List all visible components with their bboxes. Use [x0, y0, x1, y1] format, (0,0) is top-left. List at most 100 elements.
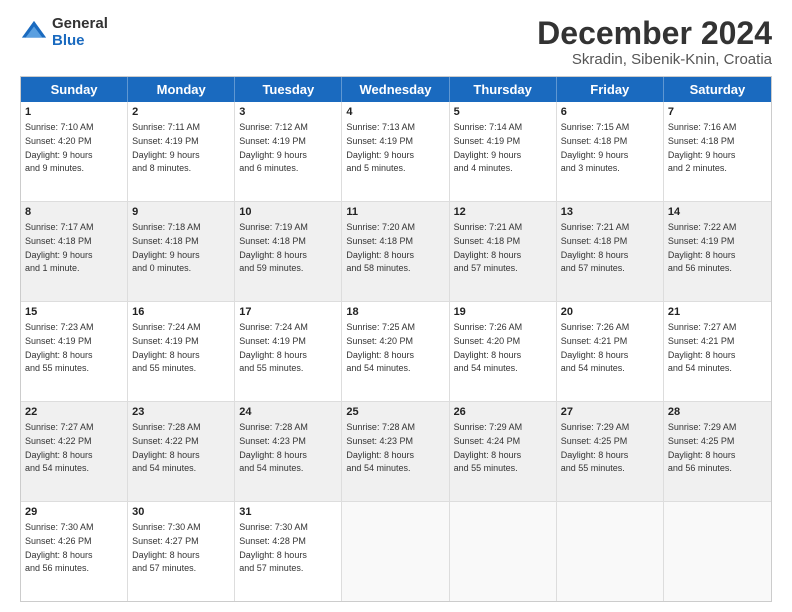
cell-details: Sunrise: 7:24 AM Sunset: 4:19 PM Dayligh…: [239, 322, 308, 373]
cell-details: Sunrise: 7:28 AM Sunset: 4:23 PM Dayligh…: [239, 422, 308, 473]
calendar-cell: 4 Sunrise: 7:13 AM Sunset: 4:19 PM Daylig…: [342, 102, 449, 201]
cell-details: Sunrise: 7:25 AM Sunset: 4:20 PM Dayligh…: [346, 322, 415, 373]
cell-details: Sunrise: 7:26 AM Sunset: 4:20 PM Dayligh…: [454, 322, 523, 373]
calendar-cell: 3Sunrise: 7:12 AM Sunset: 4:19 PM Daylig…: [235, 102, 342, 201]
cell-details: Sunrise: 7:21 AM Sunset: 4:18 PM Dayligh…: [454, 222, 523, 273]
day-number: 16: [132, 305, 230, 320]
cell-details: Sunrise: 7:21 AM Sunset: 4:18 PM Dayligh…: [561, 222, 630, 273]
cell-details: Sunrise: 7:22 AM Sunset: 4:19 PM Dayligh…: [668, 222, 737, 273]
calendar-cell: 28 Sunrise: 7:29 AM Sunset: 4:25 PM Dayli…: [664, 402, 771, 501]
day-number: 21: [668, 305, 767, 320]
subtitle: Skradin, Sibenik-Knin, Croatia: [537, 51, 772, 68]
calendar-cell: 19Sunrise: 7:26 AM Sunset: 4:20 PM Dayli…: [450, 302, 557, 401]
calendar-cell: 2 Sunrise: 7:11 AM Sunset: 4:19 PM Daylig…: [128, 102, 235, 201]
day-number: 8: [25, 205, 123, 220]
cell-details: Sunrise: 7:20 AM Sunset: 4:18 PM Dayligh…: [346, 222, 415, 273]
calendar-cell: 13 Sunrise: 7:21 AM Sunset: 4:18 PM Dayli…: [557, 202, 664, 301]
cell-details: Sunrise: 7:30 AM Sunset: 4:28 PM Dayligh…: [239, 522, 308, 573]
calendar-cell: [450, 502, 557, 601]
cell-details: Sunrise: 7:27 AM Sunset: 4:22 PM Dayligh…: [25, 422, 94, 473]
calendar-cell: 10Sunrise: 7:19 AM Sunset: 4:18 PM Dayli…: [235, 202, 342, 301]
cell-details: Sunrise: 7:29 AM Sunset: 4:25 PM Dayligh…: [561, 422, 630, 473]
calendar-week-row: 22 Sunrise: 7:27 AM Sunset: 4:22 PM Dayli…: [21, 401, 771, 501]
day-number: 17: [239, 305, 337, 320]
day-number: 30: [132, 505, 230, 520]
calendar-cell: [342, 502, 449, 601]
day-number: 12: [454, 205, 552, 220]
calendar-cell: 25 Sunrise: 7:28 AM Sunset: 4:23 PM Dayli…: [342, 402, 449, 501]
calendar-week-row: 15Sunrise: 7:23 AM Sunset: 4:19 PM Dayli…: [21, 301, 771, 401]
cell-details: Sunrise: 7:30 AM Sunset: 4:26 PM Dayligh…: [25, 522, 94, 573]
day-number: 10: [239, 205, 337, 220]
cell-details: Sunrise: 7:30 AM Sunset: 4:27 PM Dayligh…: [132, 522, 201, 573]
cell-details: Sunrise: 7:29 AM Sunset: 4:24 PM Dayligh…: [454, 422, 523, 473]
day-number: 4: [346, 105, 444, 120]
cell-details: Sunrise: 7:27 AM Sunset: 4:21 PM Dayligh…: [668, 322, 737, 373]
calendar-body: 1Sunrise: 7:10 AM Sunset: 4:20 PM Daylig…: [21, 102, 771, 601]
main-title: December 2024: [537, 16, 772, 51]
cell-details: Sunrise: 7:26 AM Sunset: 4:21 PM Dayligh…: [561, 322, 630, 373]
calendar-cell: 30 Sunrise: 7:30 AM Sunset: 4:27 PM Dayli…: [128, 502, 235, 601]
logo-icon: [20, 19, 48, 47]
calendar-day-header: Thursday: [450, 77, 557, 102]
calendar-cell: 1Sunrise: 7:10 AM Sunset: 4:20 PM Daylig…: [21, 102, 128, 201]
calendar-cell: 8Sunrise: 7:17 AM Sunset: 4:18 PM Daylig…: [21, 202, 128, 301]
calendar-week-row: 29 Sunrise: 7:30 AM Sunset: 4:26 PM Dayli…: [21, 501, 771, 601]
day-number: 15: [25, 305, 123, 320]
calendar-cell: 6Sunrise: 7:15 AM Sunset: 4:18 PM Daylig…: [557, 102, 664, 201]
calendar-cell: 12 Sunrise: 7:21 AM Sunset: 4:18 PM Dayli…: [450, 202, 557, 301]
header: General Blue December 2024 Skradin, Sibe…: [20, 16, 772, 68]
calendar: SundayMondayTuesdayWednesdayThursdayFrid…: [20, 76, 772, 602]
calendar-cell: 18Sunrise: 7:25 AM Sunset: 4:20 PM Dayli…: [342, 302, 449, 401]
title-block: December 2024 Skradin, Sibenik-Knin, Cro…: [537, 16, 772, 68]
day-number: 27: [561, 405, 659, 420]
calendar-day-header: Tuesday: [235, 77, 342, 102]
calendar-header: SundayMondayTuesdayWednesdayThursdayFrid…: [21, 77, 771, 102]
calendar-week-row: 1Sunrise: 7:10 AM Sunset: 4:20 PM Daylig…: [21, 102, 771, 201]
day-number: 23: [132, 405, 230, 420]
day-number: 2: [132, 105, 230, 120]
day-number: 28: [668, 405, 767, 420]
day-number: 20: [561, 305, 659, 320]
day-number: 14: [668, 205, 767, 220]
calendar-day-header: Monday: [128, 77, 235, 102]
day-number: 7: [668, 105, 767, 120]
cell-details: Sunrise: 7:28 AM Sunset: 4:23 PM Dayligh…: [346, 422, 415, 473]
cell-details: Sunrise: 7:12 AM Sunset: 4:19 PM Dayligh…: [239, 122, 308, 173]
cell-details: Sunrise: 7:16 AM Sunset: 4:18 PM Dayligh…: [668, 122, 737, 173]
calendar-cell: 15Sunrise: 7:23 AM Sunset: 4:19 PM Dayli…: [21, 302, 128, 401]
calendar-cell: 7 Sunrise: 7:16 AM Sunset: 4:18 PM Daylig…: [664, 102, 771, 201]
calendar-cell: 21 Sunrise: 7:27 AM Sunset: 4:21 PM Dayli…: [664, 302, 771, 401]
day-number: 29: [25, 505, 123, 520]
calendar-cell: 26Sunrise: 7:29 AM Sunset: 4:24 PM Dayli…: [450, 402, 557, 501]
calendar-cell: [557, 502, 664, 601]
calendar-cell: 24Sunrise: 7:28 AM Sunset: 4:23 PM Dayli…: [235, 402, 342, 501]
logo-blue: Blue: [52, 33, 108, 50]
cell-details: Sunrise: 7:10 AM Sunset: 4:20 PM Dayligh…: [25, 122, 94, 173]
calendar-day-header: Sunday: [21, 77, 128, 102]
calendar-cell: 20 Sunrise: 7:26 AM Sunset: 4:21 PM Dayli…: [557, 302, 664, 401]
cell-details: Sunrise: 7:15 AM Sunset: 4:18 PM Dayligh…: [561, 122, 630, 173]
calendar-cell: 29 Sunrise: 7:30 AM Sunset: 4:26 PM Dayli…: [21, 502, 128, 601]
calendar-cell: 17 Sunrise: 7:24 AM Sunset: 4:19 PM Dayli…: [235, 302, 342, 401]
cell-details: Sunrise: 7:11 AM Sunset: 4:19 PM Dayligh…: [132, 122, 200, 173]
day-number: 22: [25, 405, 123, 420]
logo-text: General Blue: [52, 16, 108, 49]
calendar-cell: 22 Sunrise: 7:27 AM Sunset: 4:22 PM Dayli…: [21, 402, 128, 501]
day-number: 13: [561, 205, 659, 220]
cell-details: Sunrise: 7:24 AM Sunset: 4:19 PM Dayligh…: [132, 322, 201, 373]
day-number: 25: [346, 405, 444, 420]
cell-details: Sunrise: 7:14 AM Sunset: 4:19 PM Dayligh…: [454, 122, 523, 173]
cell-details: Sunrise: 7:28 AM Sunset: 4:22 PM Dayligh…: [132, 422, 201, 473]
calendar-cell: 27 Sunrise: 7:29 AM Sunset: 4:25 PM Dayli…: [557, 402, 664, 501]
calendar-cell: 23 Sunrise: 7:28 AM Sunset: 4:22 PM Dayli…: [128, 402, 235, 501]
cell-details: Sunrise: 7:18 AM Sunset: 4:18 PM Dayligh…: [132, 222, 201, 273]
calendar-day-header: Wednesday: [342, 77, 449, 102]
calendar-day-header: Friday: [557, 77, 664, 102]
calendar-cell: 16 Sunrise: 7:24 AM Sunset: 4:19 PM Dayli…: [128, 302, 235, 401]
calendar-cell: 5Sunrise: 7:14 AM Sunset: 4:19 PM Daylig…: [450, 102, 557, 201]
cell-details: Sunrise: 7:29 AM Sunset: 4:25 PM Dayligh…: [668, 422, 737, 473]
day-number: 9: [132, 205, 230, 220]
cell-details: Sunrise: 7:13 AM Sunset: 4:19 PM Dayligh…: [346, 122, 415, 173]
calendar-cell: 14 Sunrise: 7:22 AM Sunset: 4:19 PM Dayli…: [664, 202, 771, 301]
